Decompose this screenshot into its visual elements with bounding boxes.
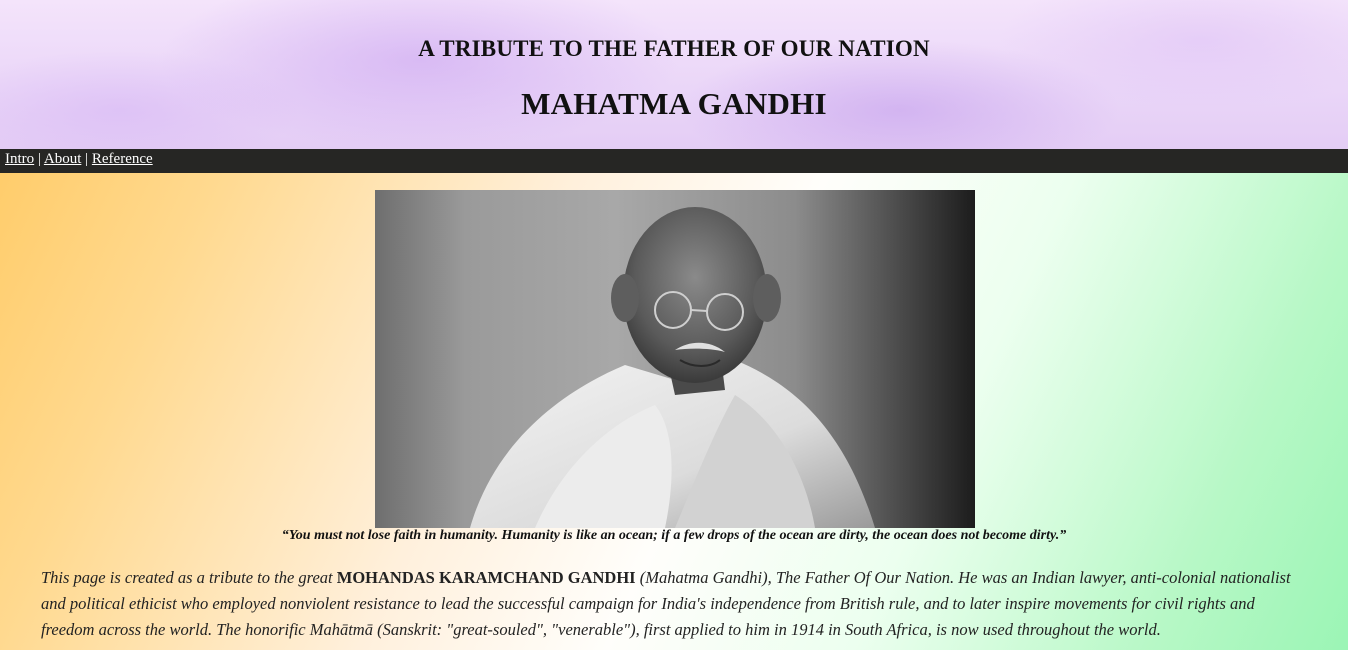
page-title: MAHATMA GANDHI	[521, 86, 827, 121]
page-header: A TRIBUTE TO THE FATHER OF OUR NATION MA…	[0, 0, 1348, 149]
gandhi-alias: Mahatma Gandhi	[645, 568, 763, 587]
navigation-bar: Intro | About | Reference	[0, 149, 1348, 173]
gandhi-portrait-image	[375, 190, 975, 528]
intro-text-open: (	[635, 568, 646, 587]
nav-link-reference[interactable]: Reference	[92, 151, 153, 167]
nav-link-intro[interactable]: Intro	[5, 151, 34, 167]
page-subtitle: A TRIBUTE TO THE FATHER OF OUR NATION	[418, 36, 930, 61]
intro-text-before: This page is created as a tribute to the…	[41, 568, 337, 587]
intro-paragraph: This page is created as a tribute to the…	[41, 565, 1311, 643]
nav-link-about[interactable]: About	[44, 151, 82, 167]
gandhi-quote: “You must not lose faith in humanity. Hu…	[281, 528, 1067, 543]
nav-separator: |	[85, 151, 89, 167]
portrait-drawing	[470, 207, 875, 528]
nav-links: Intro | About | Reference	[0, 149, 1348, 169]
nav-separator: |	[37, 151, 41, 167]
gandhi-full-name: MOHANDAS KARAMCHAND GANDHI	[336, 568, 636, 587]
